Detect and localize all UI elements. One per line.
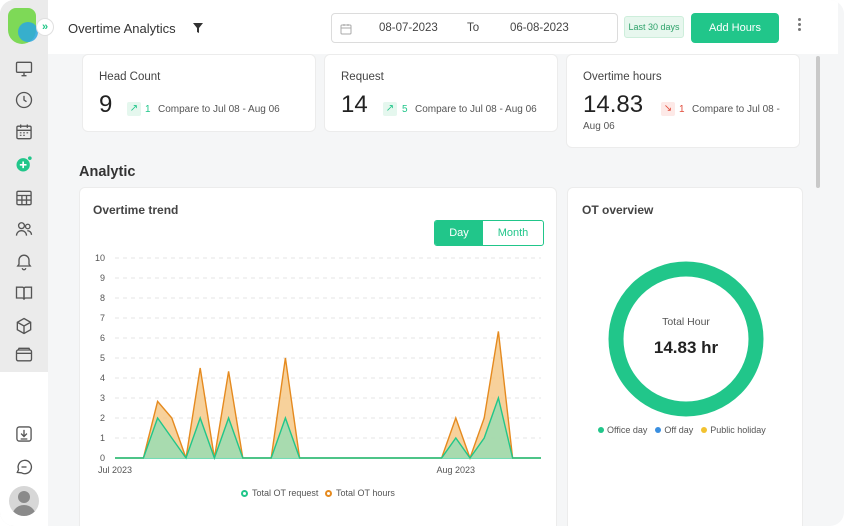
- app-frame: Overtime Analytics 08-07-2023 To 06-08-2…: [0, 0, 844, 526]
- y-tick-label: 4: [100, 373, 105, 383]
- legend-dot-icon: [325, 489, 332, 497]
- y-tick-label: 8: [100, 293, 105, 303]
- sidebar-expand-button[interactable]: »: [36, 18, 54, 36]
- x-tick-label: Jul 2023: [98, 465, 132, 475]
- users-icon[interactable]: [12, 217, 36, 241]
- stat-label: Overtime hours: [583, 71, 662, 83]
- sidebar: [0, 0, 48, 526]
- avatar[interactable]: [9, 486, 39, 516]
- box-icon[interactable]: [12, 314, 36, 338]
- series-line-requests: [115, 395, 541, 461]
- x-tick-label: Aug 2023: [437, 465, 476, 475]
- trend-up-icon: ↗: [383, 102, 397, 116]
- legend-label: Total OT hours: [336, 488, 395, 498]
- ot-legend-public-holiday: Public holiday: [701, 425, 766, 435]
- date-to-value[interactable]: 06-08-2023: [510, 22, 569, 34]
- stat-value: 14.83: [583, 91, 644, 118]
- overview-title: OT overview: [582, 203, 654, 217]
- stat-value: 14: [341, 91, 368, 118]
- stat-compare: Compare to Jul 08 -: [692, 104, 780, 115]
- range-badge[interactable]: Last 30 days: [624, 16, 684, 38]
- y-tick-label: 5: [100, 353, 105, 363]
- date-from-value[interactable]: 08-07-2023: [379, 22, 438, 34]
- stat-change: 5: [402, 104, 408, 115]
- stat-value: 9: [99, 91, 113, 118]
- stat-compare: Compare to Jul 08 - Aug 06: [158, 104, 280, 115]
- calendar-icon[interactable]: [12, 120, 36, 144]
- y-tick-label: 3: [100, 393, 105, 403]
- trend-title: Overtime trend: [93, 203, 179, 217]
- date-range-picker[interactable]: 08-07-2023 To 06-08-2023: [331, 13, 618, 43]
- toggle-day[interactable]: Day: [435, 221, 483, 245]
- section-title: Analytic: [79, 164, 136, 180]
- ot-legend: Office day Off day Public holiday: [598, 425, 778, 435]
- scrollbar-thumb[interactable]: [816, 56, 820, 188]
- granularity-toggle: Day Month: [434, 220, 544, 246]
- bell-icon[interactable]: [12, 249, 36, 273]
- download-icon[interactable]: [12, 422, 36, 446]
- donut-center-label: Total Hour: [662, 316, 710, 328]
- wallet-icon[interactable]: [12, 343, 36, 367]
- y-tick-label: 0: [100, 453, 105, 463]
- y-tick-label: 9: [100, 273, 105, 283]
- y-tick-label: 2: [100, 413, 105, 423]
- legend-dot-icon: [241, 489, 248, 497]
- stat-change: 1: [679, 104, 685, 115]
- ot-legend-office-day: Office day: [598, 425, 647, 435]
- toggle-month[interactable]: Month: [483, 221, 543, 245]
- stat-compare: Compare to Jul 08 - Aug 06: [415, 104, 537, 115]
- stat-label: Head Count: [99, 71, 161, 83]
- chat-icon[interactable]: [12, 455, 36, 479]
- trend-legend-hours: Total OT hours: [325, 488, 395, 498]
- date-to-label: To: [467, 22, 480, 34]
- trend-legend-requests: Total OT request: [241, 488, 318, 498]
- clock-icon[interactable]: [12, 88, 36, 112]
- more-options-icon[interactable]: [794, 16, 804, 36]
- book-icon[interactable]: [12, 281, 36, 305]
- y-tick-label: 6: [100, 333, 105, 343]
- overtime-trend-chart: 0 1 2 3 4 5 6 7 8 9 10 Jul 2023 Aug 2023: [95, 253, 541, 475]
- calendar-small-icon: [340, 22, 352, 35]
- table-icon[interactable]: [12, 186, 36, 210]
- trend-down-icon: ↘: [661, 102, 675, 116]
- add-hours-button[interactable]: Add Hours: [691, 13, 779, 43]
- add-circle-icon[interactable]: [12, 152, 36, 176]
- monitor-icon[interactable]: [12, 57, 36, 81]
- stat-card-request: Request 14 ↗ 5 Compare to Jul 08 - Aug 0…: [324, 54, 558, 132]
- y-tick-label: 1: [100, 433, 105, 443]
- stat-card-overtime-hours: Overtime hours 14.83 ↘ 1 Compare to Jul …: [566, 54, 800, 148]
- page-title: Overtime Analytics: [68, 21, 176, 36]
- y-tick-label: 10: [95, 253, 105, 263]
- legend-label: Total OT request: [252, 488, 319, 498]
- stat-change: 1: [145, 104, 151, 115]
- stat-card-headcount: Head Count 9 ↗ 1 Compare to Jul 08 - Aug…: [82, 54, 316, 132]
- top-header: Overtime Analytics 08-07-2023 To 06-08-2…: [48, 0, 838, 54]
- ot-legend-off-day: Off day: [655, 425, 693, 435]
- filter-icon[interactable]: [192, 21, 204, 33]
- series-line-hours: [115, 331, 541, 461]
- y-tick-label: 7: [100, 313, 105, 323]
- stat-label: Request: [341, 71, 384, 83]
- donut-center-value: 14.83 hr: [653, 338, 719, 357]
- trend-up-icon: ↗: [127, 102, 141, 116]
- stat-compare-cont: Aug 06: [583, 121, 615, 132]
